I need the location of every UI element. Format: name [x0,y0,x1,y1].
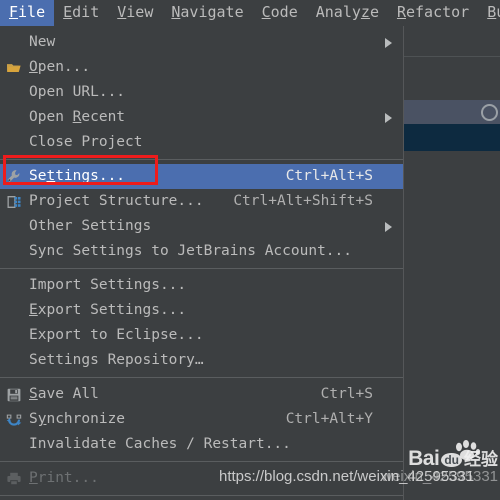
menubar-item-build[interactable]: Build [478,0,500,26]
menu-item-icon-slot [0,323,28,348]
chevron-right-icon [381,221,395,232]
menu-item-new[interactable]: New [0,30,403,55]
menu-item-label: Open... [29,59,91,75]
menu-item-icon-slot [0,214,28,239]
chevron-right-icon [381,37,395,48]
menu-item-icon-slot [0,239,28,264]
module-icon [0,189,28,214]
menubar-item-view[interactable]: View [108,0,162,26]
menu-item-label: Export to Eclipse... [29,327,204,343]
menu-item-label: Close Project [29,134,143,150]
menu-item-label: Project Structure... [29,193,204,209]
menu-item-icon-slot [0,273,28,298]
menu-item-label: Settings... [29,168,126,184]
menu-item-settings-repository[interactable]: Settings Repository… [0,348,403,373]
baidu-du-badge: du [441,453,462,467]
menubar-item-navigate[interactable]: Navigate [162,0,252,26]
menu-item-synchronize[interactable]: Synchronize Ctrl+Alt+Y [0,407,403,432]
ide-window: File Edit View Navigate Code Analyze Refactor B… [0,0,500,500]
menu-separator [0,495,403,496]
baidu-brand-text: Bai [408,447,440,470]
menu-item-icon-slot [0,105,28,130]
menu-item-label: Other Settings [29,218,152,234]
menu-item-other-settings[interactable]: Other Settings [0,214,403,239]
menu-item-import-settings[interactable]: Import Settings... [0,273,403,298]
menu-separator [0,159,403,160]
menubar-item-file[interactable]: File [0,0,55,26]
menu-item-label: Invalidate Caches / Restart... [29,436,291,452]
menu-item-icon-slot [0,130,28,155]
menu-item-shortcut: Ctrl+Alt+Shift+S [233,193,373,209]
menu-item-label: Import Settings... [29,277,187,293]
menu-item-label: New [29,34,56,50]
menu-item-label: Synchronize [29,411,126,427]
menu-item-icon-slot [0,298,28,323]
menu-item-shortcut: Ctrl+Alt+Y [285,411,373,427]
menubar: File Edit View Navigate Code Analyze Refactor B… [0,0,500,26]
menu-item-project-structure[interactable]: Project Structure... Ctrl+Alt+Shift+S [0,189,403,214]
menu-item-icon-slot [0,348,28,373]
menu-separator [0,377,403,378]
menu-item-export-to-eclipse[interactable]: Export to Eclipse... [0,323,403,348]
menubar-item-analyze[interactable]: Analyze [307,0,388,26]
menu-item-shortcut: Ctrl+Alt+S [285,168,373,184]
menu-item-invalidate-caches-restart[interactable]: Invalidate Caches / Restart... [0,432,403,457]
file-menu-popup: New Open... Open URL... Open Recent Close Pr… [0,26,404,500]
menu-item-open-recent[interactable]: Open Recent [0,105,403,130]
menubar-item-edit[interactable]: Edit [54,0,108,26]
menu-item-label: Sync Settings to JetBrains Account... [29,243,353,259]
baidu-jingyan-watermark: Bai du 经验 [408,448,498,469]
wrench-icon [0,164,28,189]
menu-item-close-project[interactable]: Close Project [0,130,403,155]
jingyan-text: 经验 [464,450,498,469]
menu-item-icon-slot [0,80,28,105]
menu-item-sync-settings-to-jetbrains-account[interactable]: Sync Settings to JetBrains Account... [0,239,403,264]
menu-item-export-settings[interactable]: Export Settings... [0,298,403,323]
menu-item-label: Save All [29,386,99,402]
menu-item-label: Open Recent [29,109,126,125]
print-icon [0,466,28,491]
menu-item-label: Open URL... [29,84,126,100]
menubar-item-refactor[interactable]: Refactor [388,0,478,26]
menu-item-open-url[interactable]: Open URL... [0,80,403,105]
menu-item-shortcut: Ctrl+S [320,386,373,402]
save-icon [0,382,28,407]
folder-icon [0,55,28,80]
circle-icon [481,104,498,121]
menu-item-open[interactable]: Open... [0,55,403,80]
watermark-url: https://blog.csdn.net/weixin_42595331 [219,468,475,485]
menu-separator [0,268,403,269]
menubar-item-code[interactable]: Code [253,0,307,26]
synchronize-icon [0,407,28,432]
chevron-right-icon [381,112,395,123]
menu-separator [0,461,403,462]
menu-item-save-all[interactable]: Save All Ctrl+S [0,382,403,407]
menu-item-label: Export Settings... [29,302,187,318]
menu-item-icon-slot [0,432,28,457]
menu-item-icon-slot [0,30,28,55]
menu-item-label: Settings Repository… [29,352,204,368]
menu-item-settings[interactable]: Settings... Ctrl+Alt+S [0,164,403,189]
